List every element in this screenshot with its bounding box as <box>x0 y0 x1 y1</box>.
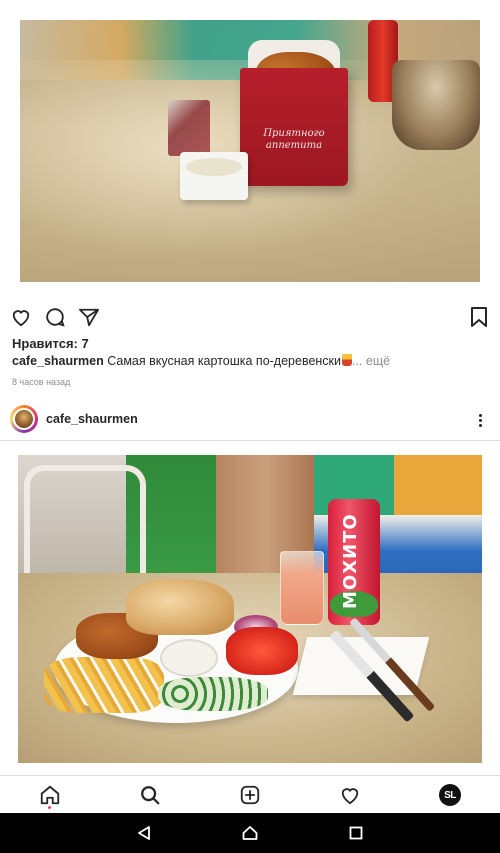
post-actions-bar <box>0 304 500 330</box>
post-header: cafe_shaurmen <box>0 400 500 440</box>
search-icon[interactable] <box>130 780 170 810</box>
post-image-shawarma-plate[interactable]: МОХИТО <box>18 455 482 763</box>
notification-dot <box>48 806 51 809</box>
post-caption: cafe_shaurmen Самая вкусная картошка по-… <box>12 354 488 368</box>
avatar[interactable] <box>10 405 38 433</box>
cucumber-slices <box>158 677 268 711</box>
divider <box>0 440 500 441</box>
post-username[interactable]: cafe_shaurmen <box>46 412 138 426</box>
post-timestamp: 8 часов назад <box>12 377 71 387</box>
likes-count[interactable]: Нравится: 7 <box>12 336 89 351</box>
red-fries-box <box>240 68 348 186</box>
post-image-fries[interactable]: Приятного аппетита <box>20 20 480 282</box>
system-navigation-bar <box>0 813 500 853</box>
avatar-image <box>13 408 35 430</box>
juice-glass <box>280 551 324 625</box>
recents-icon[interactable] <box>346 823 366 843</box>
profile-avatar[interactable]: SL <box>430 780 470 810</box>
profile-initials: SL <box>439 784 461 806</box>
more-vertical-icon[interactable] <box>472 408 488 432</box>
home-icon[interactable] <box>240 823 260 843</box>
bookmark-icon[interactable] <box>466 304 492 330</box>
caption-username[interactable]: cafe_shaurmen <box>12 354 104 368</box>
box-text: Приятного аппетита <box>263 128 325 151</box>
bottom-navigation: SL <box>0 775 500 814</box>
shawarma-pita <box>126 579 234 635</box>
back-icon[interactable] <box>134 823 154 843</box>
background-yellow-panel <box>394 455 482 515</box>
sauce-bowl <box>160 639 218 677</box>
glass-jar <box>392 60 480 150</box>
sauce-lid <box>168 100 210 156</box>
comment-icon[interactable] <box>42 304 68 330</box>
sauce <box>186 158 242 176</box>
tomato-slices <box>226 627 298 675</box>
caption-text: Самая вкусная картошка по-деревенски <box>107 354 342 368</box>
caption-more-link[interactable]: ... ещё <box>352 354 390 368</box>
french-fries <box>44 657 164 713</box>
add-post-icon[interactable] <box>230 780 270 810</box>
can-label: МОХИТО <box>340 513 361 609</box>
instagram-feed-screen: Приятного аппетита Нравится: 7 cafe_shau… <box>0 0 500 853</box>
activity-heart-icon[interactable] <box>330 780 370 810</box>
heart-icon[interactable] <box>8 304 34 330</box>
send-icon[interactable] <box>76 304 102 330</box>
fries-emoji-icon <box>342 354 353 366</box>
